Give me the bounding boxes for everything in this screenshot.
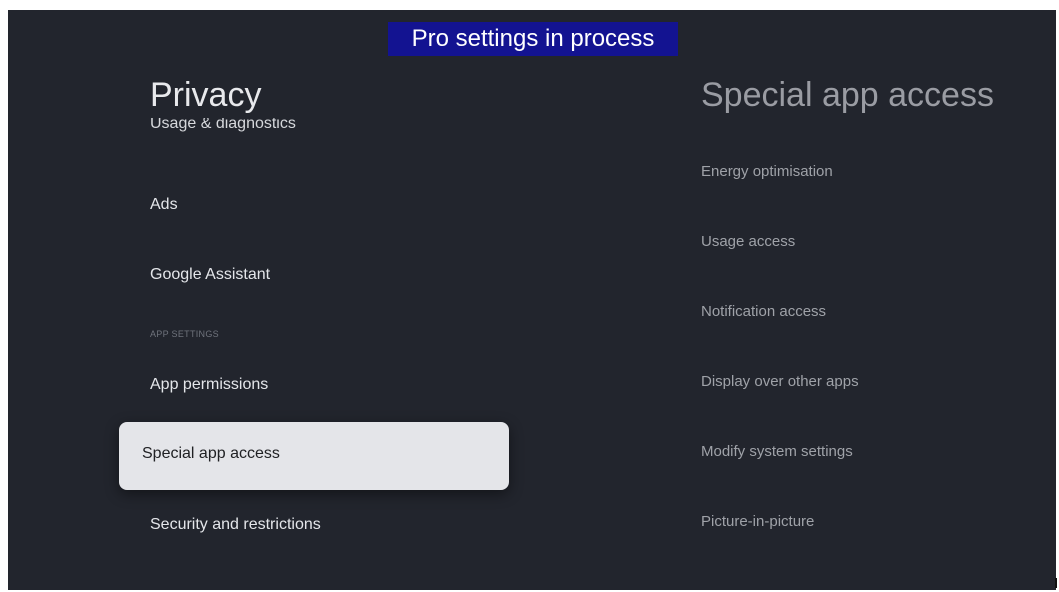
menu-item-app-permissions[interactable]: App permissions bbox=[150, 376, 268, 394]
submenu-item-modify-system-settings: Modify system settings bbox=[701, 443, 853, 460]
submenu-item-display-over-other-apps: Display over other apps bbox=[701, 373, 859, 390]
menu-item-ads[interactable]: Ads bbox=[150, 196, 178, 214]
menu-item-usage-diagnostics[interactable]: Usage & diagnostics bbox=[150, 118, 550, 144]
page-title: Privacy bbox=[150, 76, 262, 114]
submenu-item-usage-access: Usage access bbox=[701, 233, 796, 250]
menu-item-special-app-access[interactable]: Special app access bbox=[119, 422, 509, 490]
section-header-app-settings: APP SETTINGS bbox=[150, 329, 219, 339]
submenu-item-notification-access: Notification access bbox=[701, 303, 827, 320]
submenu-item-picture-in-picture: Picture-in-picture bbox=[701, 513, 815, 530]
privacy-panel: Privacy Usage & diagnostics Ads Google A… bbox=[8, 10, 608, 590]
menu-item-label: Special app access bbox=[142, 445, 280, 462]
submenu-title: Special app access bbox=[701, 76, 994, 114]
tv-settings-screen: Pro settings in process Privacy Usage & … bbox=[8, 10, 1056, 590]
divider bbox=[1055, 578, 1057, 588]
submenu-item-energy-optimisation: Energy optimisation bbox=[701, 163, 833, 180]
menu-item-security-restrictions[interactable]: Security and restrictions bbox=[150, 516, 321, 534]
menu-item-google-assistant[interactable]: Google Assistant bbox=[150, 266, 270, 284]
menu-item-label: Usage & diagnostics bbox=[150, 118, 296, 132]
